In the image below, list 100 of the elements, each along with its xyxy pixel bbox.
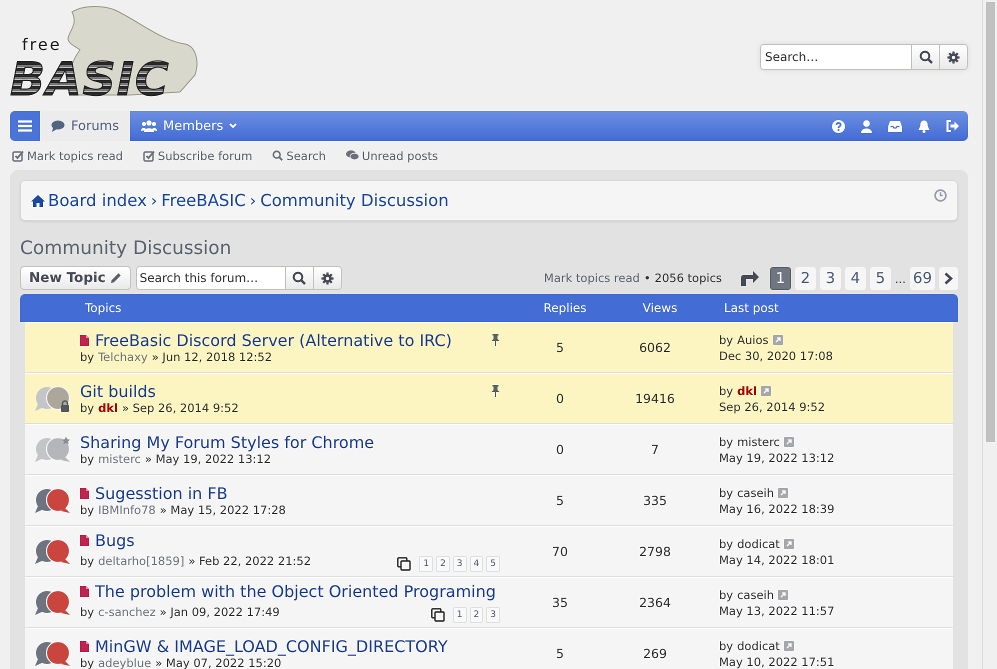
- new-post-icon[interactable]: [80, 641, 89, 652]
- last-post-time: Sep 26, 2014 9:52: [719, 400, 826, 414]
- page-button[interactable]: 2: [794, 266, 816, 290]
- search-button[interactable]: [284, 267, 313, 289]
- speech-bubble-icon: [51, 120, 65, 132]
- home-icon[interactable]: [31, 194, 45, 206]
- next-page-button[interactable]: [939, 266, 958, 290]
- forum-search-field[interactable]: Search this forum…: [136, 266, 342, 290]
- page-link[interactable]: 2: [470, 607, 484, 623]
- topic-title-link[interactable]: Git builds: [80, 382, 156, 401]
- last-post-time: Dec 30, 2020 17:08: [719, 348, 833, 362]
- last-post-author-link[interactable]: dodicat: [737, 638, 780, 652]
- views-count: 7: [650, 442, 660, 457]
- quick-link[interactable]: Unread posts: [346, 148, 438, 162]
- author-link[interactable]: c-sanchez: [98, 605, 156, 619]
- last-post-author-link[interactable]: dkl: [737, 384, 757, 398]
- jump-arrow-icon[interactable]: [740, 270, 760, 286]
- goto-post-icon[interactable]: [778, 590, 788, 600]
- new-post-icon[interactable]: [80, 586, 89, 597]
- gear-icon: [947, 50, 960, 64]
- by-label: by: [719, 638, 734, 652]
- bell-icon[interactable]: [918, 120, 930, 132]
- column-header: Replies: [542, 301, 588, 315]
- page-button[interactable]: 4: [844, 266, 866, 290]
- nav-tab[interactable]: Members: [130, 111, 248, 141]
- topic-row[interactable]: Git builds by dkl » Sep 26, 2014 9:52 0 19416 by dkl Sep 26, 2014 9:52: [25, 373, 953, 424]
- page-link[interactable]: 3: [486, 607, 500, 623]
- topic-title-link[interactable]: FreeBasic Discord Server (Alternative to IRC): [95, 331, 452, 350]
- last-post-author-link[interactable]: caseih: [737, 588, 774, 602]
- topic-date: » May 15, 2022 17:28: [160, 503, 286, 517]
- goto-post-icon[interactable]: [760, 386, 771, 396]
- goto-post-icon[interactable]: [784, 640, 794, 650]
- breadcrumb-link[interactable]: Community Discussion: [260, 191, 449, 210]
- settings-button[interactable]: [312, 267, 341, 289]
- new-topic-button[interactable]: New Topic: [20, 266, 131, 290]
- last-post-author-link[interactable]: caseih: [737, 486, 774, 500]
- topic-title-link[interactable]: Sugesstion in FB: [95, 484, 228, 503]
- page-button[interactable]: 3: [820, 266, 841, 290]
- goto-post-icon[interactable]: [778, 488, 788, 498]
- topic-row[interactable]: The problem with the Object Oriented Programing by c-sanchez » Jan 09, 2022 17:49 1 2 3 35 2364 by caseih May 13, 2022 11:57: [25, 577, 953, 628]
- last-post-author-link[interactable]: Auios: [737, 332, 768, 346]
- author-link[interactable]: Telchaxy: [98, 350, 148, 364]
- checkbox-icon: [12, 150, 24, 162]
- last-post-author-link[interactable]: misterc: [737, 434, 780, 448]
- new-post-icon[interactable]: [80, 488, 89, 499]
- mark-read-link[interactable]: Mark topics read: [544, 271, 640, 285]
- last-post-author-link[interactable]: dodicat: [737, 536, 780, 550]
- topic-title-link[interactable]: Bugs: [95, 531, 135, 550]
- topic-title-link[interactable]: The problem with the Object Oriented Programing: [95, 582, 496, 601]
- quick-link[interactable]: Subscribe forum: [142, 148, 252, 162]
- last-post-time: May 16, 2022 18:39: [719, 502, 834, 516]
- new-post-icon[interactable]: [80, 535, 89, 546]
- breadcrumb-link[interactable]: FreeBASIC: [161, 191, 246, 210]
- inbox-icon[interactable]: [888, 120, 902, 132]
- topic-title-link[interactable]: MinGW & IMAGE_LOAD_CONFIG_DIRECTORY: [95, 637, 448, 656]
- author-link[interactable]: deltarho[1859]: [98, 554, 184, 568]
- page-button[interactable]: 5: [870, 266, 891, 290]
- topic-title-link[interactable]: Sharing My Forum Styles for Chrome: [80, 433, 374, 452]
- scrollbar[interactable]: [982, 0, 997, 669]
- column-header: Views: [642, 301, 678, 315]
- quick-link[interactable]: Search: [272, 148, 326, 162]
- user-icon[interactable]: [861, 120, 872, 132]
- page-link[interactable]: 1: [419, 556, 434, 572]
- search-field[interactable]: Search…: [760, 44, 968, 70]
- nav-tab[interactable]: Forums: [40, 111, 130, 141]
- help-icon[interactable]: [832, 120, 845, 132]
- topic-row[interactable]: FreeBasic Discord Server (Alternative to IRC) by Telchaxy » Jun 12, 2018 12:52 5 6062 by Auios Dec 30, 2020 17:08: [25, 322, 953, 373]
- settings-button[interactable]: [939, 45, 967, 69]
- page-link[interactable]: 3: [452, 556, 467, 572]
- page-button[interactable]: 69: [910, 266, 935, 290]
- page-link[interactable]: 1: [452, 607, 467, 623]
- author-link[interactable]: IBMInfo78: [98, 503, 156, 517]
- quick-link[interactable]: Mark topics read: [12, 148, 123, 162]
- page-link[interactable]: 4: [470, 556, 484, 572]
- goto-post-icon[interactable]: [772, 334, 782, 344]
- search-icon: [918, 50, 932, 64]
- author-link[interactable]: dkl: [98, 401, 118, 415]
- logout-icon[interactable]: [946, 120, 959, 132]
- menu-button[interactable]: [10, 111, 40, 141]
- author-link[interactable]: misterc: [98, 452, 141, 466]
- topic-row[interactable]: Sharing My Forum Styles for Chrome by misterc » May 19, 2022 13:12 0 7 by misterc May 19, 2022 13:12: [25, 424, 953, 475]
- search-button[interactable]: [911, 45, 939, 69]
- goto-post-icon[interactable]: [784, 436, 794, 446]
- topic-row[interactable]: Bugs by deltarho[1859] » Feb 22, 2022 21:52 1 2 3 4 5 70 2798 by dodicat May 14, 2022 18:01: [25, 526, 953, 577]
- by-label: by: [719, 536, 734, 550]
- by-label: by: [80, 503, 94, 517]
- by-label: by: [80, 401, 94, 415]
- breadcrumb-link[interactable]: Board index: [48, 191, 147, 210]
- page-link[interactable]: 2: [436, 556, 450, 572]
- by-label: by: [719, 486, 734, 500]
- goto-post-icon[interactable]: [784, 538, 794, 548]
- by-label: by: [719, 384, 734, 398]
- views-count: 19416: [634, 391, 676, 406]
- page-link[interactable]: 5: [486, 556, 500, 572]
- search-icon: [272, 150, 284, 161]
- replies-count: 5: [555, 493, 565, 508]
- caret-icon: [229, 123, 238, 129]
- new-post-icon[interactable]: [80, 335, 89, 346]
- page-button[interactable]: 1: [770, 266, 791, 290]
- topic-row[interactable]: Sugesstion in FB by IBMInfo78 » May 15, 2022 17:28 5 335 by caseih May 16, 2022 18:39: [25, 475, 953, 526]
